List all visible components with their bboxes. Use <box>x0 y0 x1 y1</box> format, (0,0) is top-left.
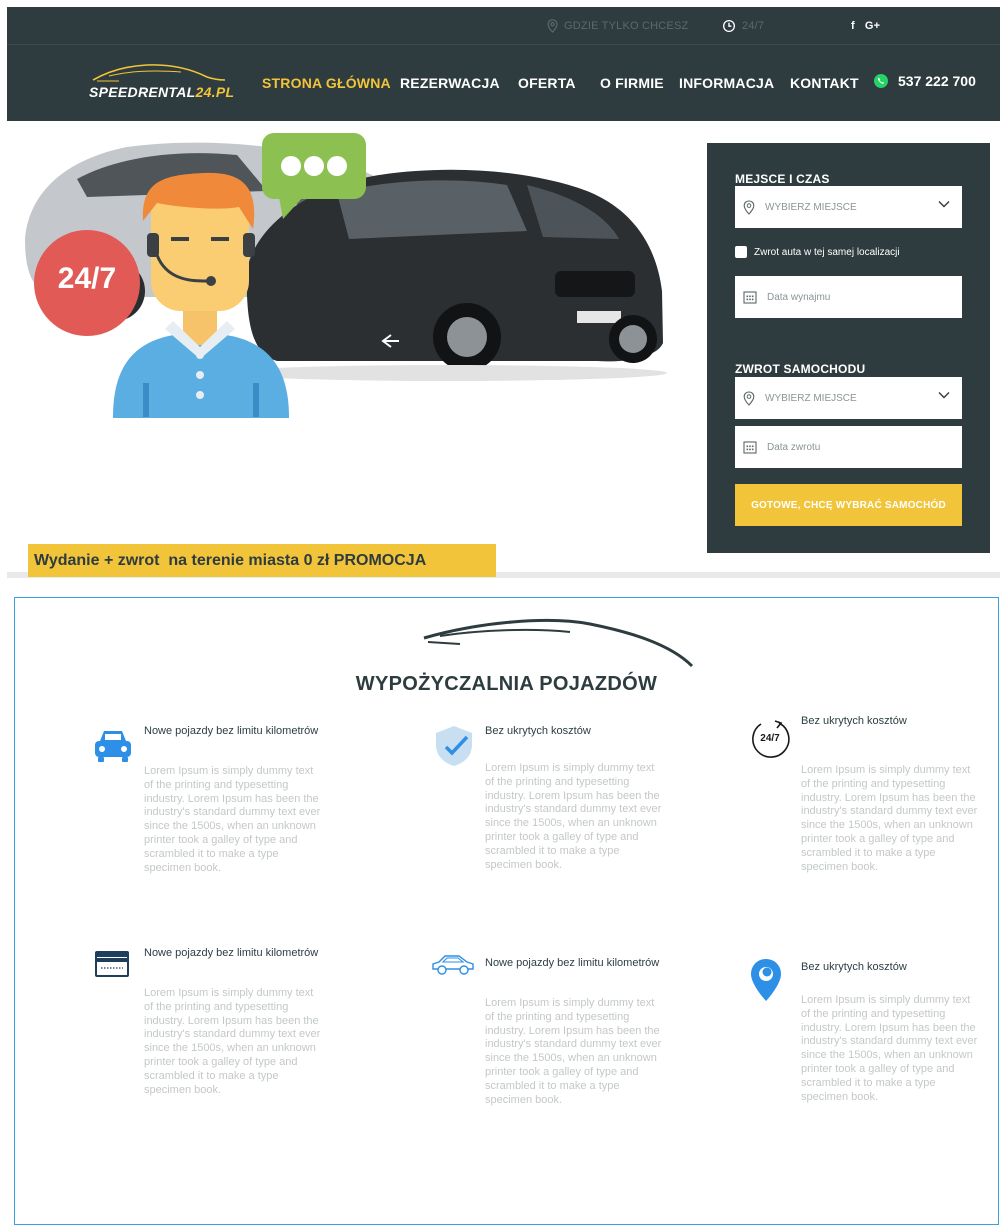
feature-description: Lorem Ipsum is simply dummy text of the … <box>485 997 662 1106</box>
hours-text: 24/7 <box>742 19 765 32</box>
features-section: WYPOŻYCZALNIA POJAZDÓW Nowe pojazdy bez … <box>14 597 999 1225</box>
feature-item: 24/7 Bez ukrytych kosztów Lorem Ipsum is… <box>749 715 989 875</box>
feature-description: Lorem Ipsum is simply dummy text of the … <box>144 987 321 1096</box>
features-title: WYPOŻYCZALNIA POJAZDÓW <box>355 673 658 695</box>
same-location-option[interactable]: Zwrot auta w tej samej localizacji <box>735 246 900 258</box>
phone-number: 537 222 700 <box>898 73 976 89</box>
whatsapp-icon <box>874 74 888 88</box>
nav-link-booking[interactable]: REZERWACJA <box>400 75 500 91</box>
nav-link-home[interactable]: STRONA GŁÓWNA <box>262 75 391 91</box>
pickup-place-placeholder: WYBIERZ MIEJSCE <box>765 201 857 213</box>
clock-24-7-icon-text: 24/7 <box>760 733 780 744</box>
feature-item: Nowe pojazdy bez limitu kilometrów Lorem… <box>432 955 673 1117</box>
pickup-heading: MEJSCE I CZAS <box>735 172 830 186</box>
facebook-icon[interactable]: f <box>851 20 855 32</box>
return-heading: ZWROT SAMOCHODU <box>735 362 866 376</box>
top-info-bar: GDZIE TYLKO CHCESZ 24/7 f G+ <box>7 7 1000 45</box>
feature-title: Nowe pojazdy bez limitu kilometrów <box>144 947 319 959</box>
feature-description: Lorem Ipsum is simply dummy text of the … <box>144 765 321 874</box>
google-plus-icon[interactable]: G+ <box>865 20 880 32</box>
main-navigation: SPEEDRENTAL24.PL STRONA GŁÓWNA REZERWACJ… <box>7 45 1000 121</box>
same-location-checkbox[interactable] <box>735 246 747 258</box>
nav-link-about[interactable]: O FIRMIE <box>600 75 664 91</box>
clock-icon <box>723 19 735 32</box>
credit-card-icon <box>95 951 129 977</box>
shield-check-icon <box>436 726 472 766</box>
map-pin-icon <box>547 18 558 33</box>
hours-info: 24/7 <box>722 7 764 44</box>
feature-item: Nowe pojazdy bez limitu kilometrów Lorem… <box>92 947 332 1107</box>
feature-item: Bez ukrytych kosztów Lorem Ipsum is simp… <box>433 725 673 875</box>
return-place-placeholder: WYBIERZ MIEJSCE <box>765 392 857 404</box>
map-pin-icon <box>751 959 781 1001</box>
hero-badge-text: 24/7 <box>57 262 117 295</box>
map-pin-icon <box>743 390 755 406</box>
location-text: GDZIE TYLKO CHCESZ <box>564 19 689 32</box>
feature-description: Lorem Ipsum is simply dummy text of the … <box>485 762 662 871</box>
rental-date-placeholder: Data wynajmu <box>767 291 831 303</box>
map-pin-icon <box>743 199 755 215</box>
section-car-silhouette-icon <box>423 618 694 668</box>
same-location-label: Zwrot auta w tej samej localizacji <box>754 246 900 258</box>
logo-text[interactable]: SPEEDRENTAL24.PL <box>89 84 234 100</box>
social-links: f G+ <box>851 7 880 44</box>
nav-link-information[interactable]: INFORMACJA <box>679 75 774 91</box>
nav-link-contact[interactable]: KONTAKT <box>790 75 859 91</box>
booking-form: MEJSCE I CZAS WYBIERZ MIEJSCE Zwrot auta… <box>707 143 990 553</box>
pickup-place-select[interactable]: WYBIERZ MIEJSCE <box>735 186 962 228</box>
rental-date-input[interactable]: Data wynajmu <box>735 276 962 318</box>
chevron-down-icon <box>938 201 950 208</box>
feature-item: Nowe pojazdy bez limitu kilometrów Lorem… <box>92 725 332 875</box>
logo-text-suffix: 24.PL <box>195 84 235 100</box>
return-date-input[interactable]: Data zwrotu <box>735 426 962 468</box>
logo-car-silhouette <box>92 64 226 82</box>
feature-description: Lorem Ipsum is simply dummy text of the … <box>801 994 978 1103</box>
feature-title: Nowe pojazdy bez limitu kilometrów <box>144 725 319 737</box>
promo-banner: Wydanie + zwrot na terenie miasta 0 zł P… <box>28 544 496 577</box>
feature-description: Lorem Ipsum is simply dummy text of the … <box>801 764 978 873</box>
feature-title: Bez ukrytych kosztów <box>485 725 591 737</box>
phone-contact[interactable]: 537 222 700 <box>873 73 976 89</box>
choose-car-button[interactable]: GOTOWE, CHCĘ WYBRAĆ SAMOCHÓD <box>735 484 962 526</box>
chevron-down-icon <box>938 392 950 399</box>
calendar-icon <box>743 441 757 454</box>
feature-title: Bez ukrytych kosztów <box>801 715 907 727</box>
feature-item: Bez ukrytych kosztów Lorem Ipsum is simp… <box>749 959 989 1121</box>
location-info: GDZIE TYLKO CHCESZ <box>547 7 688 44</box>
feature-title: Nowe pojazdy bez limitu kilometrów <box>485 957 660 969</box>
feature-title: Bez ukrytych kosztów <box>801 961 907 973</box>
logo-text-main: SPEEDRENTAL <box>89 84 196 100</box>
car-front-icon <box>95 731 131 762</box>
nav-link-offer[interactable]: OFERTA <box>518 75 576 91</box>
return-date-placeholder: Data zwrotu <box>767 441 821 453</box>
return-place-select[interactable]: WYBIERZ MIEJSCE <box>735 377 962 419</box>
calendar-icon <box>743 291 757 304</box>
car-side-icon <box>432 955 474 975</box>
